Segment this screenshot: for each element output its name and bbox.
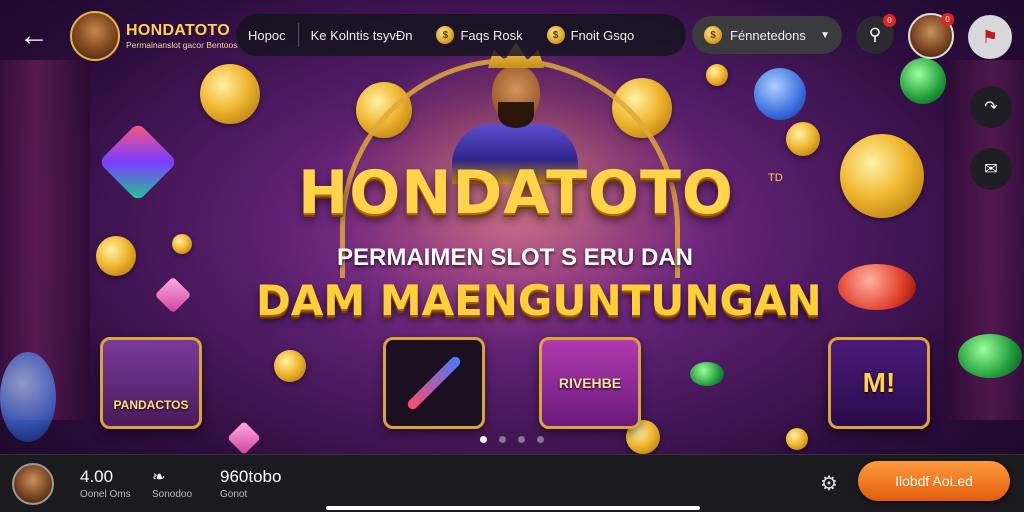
top-bar: ← HONDATOTO Permainanslot gacor Bentoos …: [0, 0, 1024, 70]
bottom-bar: 4.00 Oonel Oms ❧ Sonodoo 960tobo Gonot ⚙…: [0, 454, 1024, 512]
notification-badge: 0: [883, 14, 896, 27]
gem-decoration: [227, 421, 261, 455]
megaphone-icon: ⚑: [981, 26, 999, 47]
chip-decoration: [754, 68, 806, 120]
coin-icon: $: [704, 26, 722, 44]
chip-decoration: [958, 334, 1022, 378]
user-avatar[interactable]: 0: [908, 13, 954, 59]
back-button[interactable]: ←: [18, 20, 50, 52]
coin-decoration: [96, 236, 136, 276]
feather-icon: ❧: [152, 469, 166, 486]
gear-icon[interactable]: ⚙: [820, 471, 838, 496]
share-button[interactable]: ↷: [970, 86, 1012, 128]
trademark-mark: TD: [768, 172, 783, 184]
cta-button[interactable]: Ilobdf AoLed: [858, 461, 1010, 501]
game-card[interactable]: RIVEHBE: [539, 337, 641, 429]
game-card[interactable]: M!: [828, 337, 930, 429]
game-card[interactable]: [383, 337, 485, 429]
user-badge: 0: [941, 13, 954, 26]
main-nav: Hopoc Ke Kolntis tsyvÐn $ Faqs Rosk $ Fn…: [236, 14, 686, 56]
settings-button[interactable]: ⚑: [968, 15, 1012, 59]
hero-subtitle-2: DAM MAENGUNTUNGAN: [256, 276, 822, 325]
carousel-dots: [480, 436, 544, 443]
brand-tagline: Permainanslot gacor Bentoos: [126, 40, 238, 50]
nav-item-faqs[interactable]: $ Faqs Rosk: [424, 26, 534, 44]
chat-icon: ✉: [984, 161, 998, 178]
coin-decoration: [200, 64, 260, 124]
game-card-label: M!: [862, 367, 896, 398]
feather-stat[interactable]: ❧ Sonodoo: [152, 467, 192, 500]
game-card-label: RIVEHBE: [558, 375, 622, 391]
brand-name: HONDATOTO: [126, 22, 231, 39]
carousel-dot[interactable]: [499, 436, 506, 443]
recommendations-dropdown[interactable]: $ Fénnetedons ▼: [692, 16, 842, 54]
chat-button[interactable]: ✉: [970, 148, 1012, 190]
chip-decoration: [690, 362, 724, 386]
chip-decoration: [0, 352, 56, 442]
carousel-dot[interactable]: [518, 436, 525, 443]
home-indicator: [326, 506, 700, 510]
dropdown-label: Fénnetedons: [730, 27, 806, 43]
brand-avatar: [70, 11, 120, 61]
points-stat[interactable]: 960tobo Gonot: [220, 467, 281, 500]
profile-avatar[interactable]: [12, 463, 54, 505]
balance-label: Oonel Oms: [80, 489, 131, 500]
coin-icon: $: [436, 26, 455, 44]
arrow-left-icon: ←: [19, 19, 49, 52]
game-card[interactable]: PANDACTOS: [100, 337, 202, 429]
share-icon: ↷: [984, 99, 998, 116]
nav-item-promo[interactable]: $ Fnoit Gsqo: [535, 26, 647, 44]
feather-label: Sonodoo: [152, 489, 193, 500]
slot-symbol-icon: [405, 354, 463, 412]
balance-stat[interactable]: 4.00 Oonel Oms: [80, 467, 131, 500]
chip-decoration: [838, 264, 916, 310]
points-value: 960tobo: [220, 467, 282, 486]
points-label: Gonot: [220, 489, 248, 500]
gem-decoration: [98, 122, 178, 202]
coin-decoration: [786, 428, 808, 450]
game-card-label: PANDACTOS: [113, 398, 189, 412]
coin-decoration: [840, 134, 924, 218]
carousel-dot[interactable]: [480, 436, 487, 443]
nav-item-home[interactable]: Hopoc: [236, 28, 298, 43]
brand-logo[interactable]: HONDATOTO Permainanslot gacor Bentoos: [70, 10, 242, 62]
balance-value: 4.00: [80, 467, 114, 486]
carousel-dot[interactable]: [537, 436, 544, 443]
coin-decoration: [786, 122, 820, 156]
coin-decoration: [172, 234, 192, 254]
hero-title: HONDATOTO: [298, 158, 734, 228]
search-icon: ⚲: [868, 25, 882, 44]
coin-decoration: [274, 350, 306, 382]
gem-decoration: [154, 276, 192, 314]
coin-icon: $: [546, 26, 565, 44]
chevron-down-icon: ▼: [820, 29, 830, 41]
search-button[interactable]: ⚲ 0: [856, 14, 896, 54]
hero-subtitle-1: PERMAIMEN SLOT S ERU DAN: [336, 244, 693, 271]
nav-item-games[interactable]: Ke Kolntis tsyvÐn: [299, 28, 425, 43]
